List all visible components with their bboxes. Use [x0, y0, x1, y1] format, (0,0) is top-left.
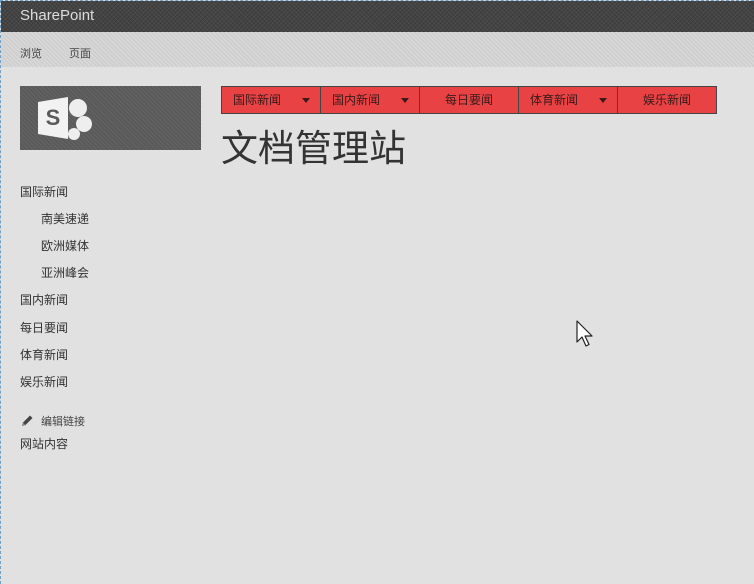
site-logo[interactable]: S [20, 86, 201, 150]
page-title: 文档管理站 [221, 127, 406, 170]
edit-links-label: 编辑链接 [41, 415, 85, 428]
pencil-icon [22, 415, 33, 426]
top-nav-item-label: 每日要闻 [444, 93, 493, 107]
top-nav-item-international[interactable]: 国际新闻 [221, 86, 321, 114]
top-nav-item-label: 娱乐新闻 [642, 93, 691, 107]
quick-launch-item-entertainment[interactable]: 娱乐新闻 [20, 373, 68, 390]
sharepoint-logo-icon: S [38, 97, 92, 140]
site-contents-link[interactable]: 网站内容 [20, 435, 68, 452]
suite-bar: SharePoint [1, 1, 754, 32]
top-nav-item-daily[interactable]: 每日要闻 [419, 86, 519, 114]
top-nav-item-entertainment[interactable]: 娱乐新闻 [617, 86, 717, 114]
quick-launch-item-domestic[interactable]: 国内新闻 [20, 291, 68, 308]
chevron-down-icon[interactable] [302, 98, 310, 103]
top-nav-item-domestic[interactable]: 国内新闻 [320, 86, 420, 114]
svg-text:S: S [46, 105, 61, 130]
ribbon-tab-page[interactable]: 页面 [69, 45, 91, 61]
top-nav-item-sports[interactable]: 体育新闻 [518, 86, 618, 114]
chevron-down-icon[interactable] [401, 98, 409, 103]
quick-launch-item-south-america[interactable]: 南美速递 [41, 210, 89, 227]
suite-bar-title[interactable]: SharePoint [20, 7, 94, 24]
top-nav-item-label: 国际新闻 [233, 93, 282, 107]
edit-links-button[interactable]: 编辑链接 [20, 413, 85, 429]
ribbon-tab-browse[interactable]: 浏览 [20, 45, 42, 61]
quick-launch-item-sports[interactable]: 体育新闻 [20, 346, 68, 363]
top-nav: 国际新闻 国内新闻 每日要闻 体育新闻 娱乐新闻 [221, 86, 723, 114]
mouse-pointer-icon [576, 320, 593, 347]
quick-launch-item-daily[interactable]: 每日要闻 [20, 319, 68, 336]
quick-launch-item-international[interactable]: 国际新闻 [20, 183, 68, 200]
ribbon: 浏览 页面 [1, 32, 754, 67]
quick-launch-item-europe[interactable]: 欧洲媒体 [41, 237, 89, 254]
chevron-down-icon[interactable] [599, 98, 607, 103]
top-nav-item-label: 国内新闻 [332, 93, 381, 107]
quick-launch-item-asia[interactable]: 亚洲峰会 [41, 264, 89, 281]
top-nav-item-label: 体育新闻 [530, 93, 579, 107]
